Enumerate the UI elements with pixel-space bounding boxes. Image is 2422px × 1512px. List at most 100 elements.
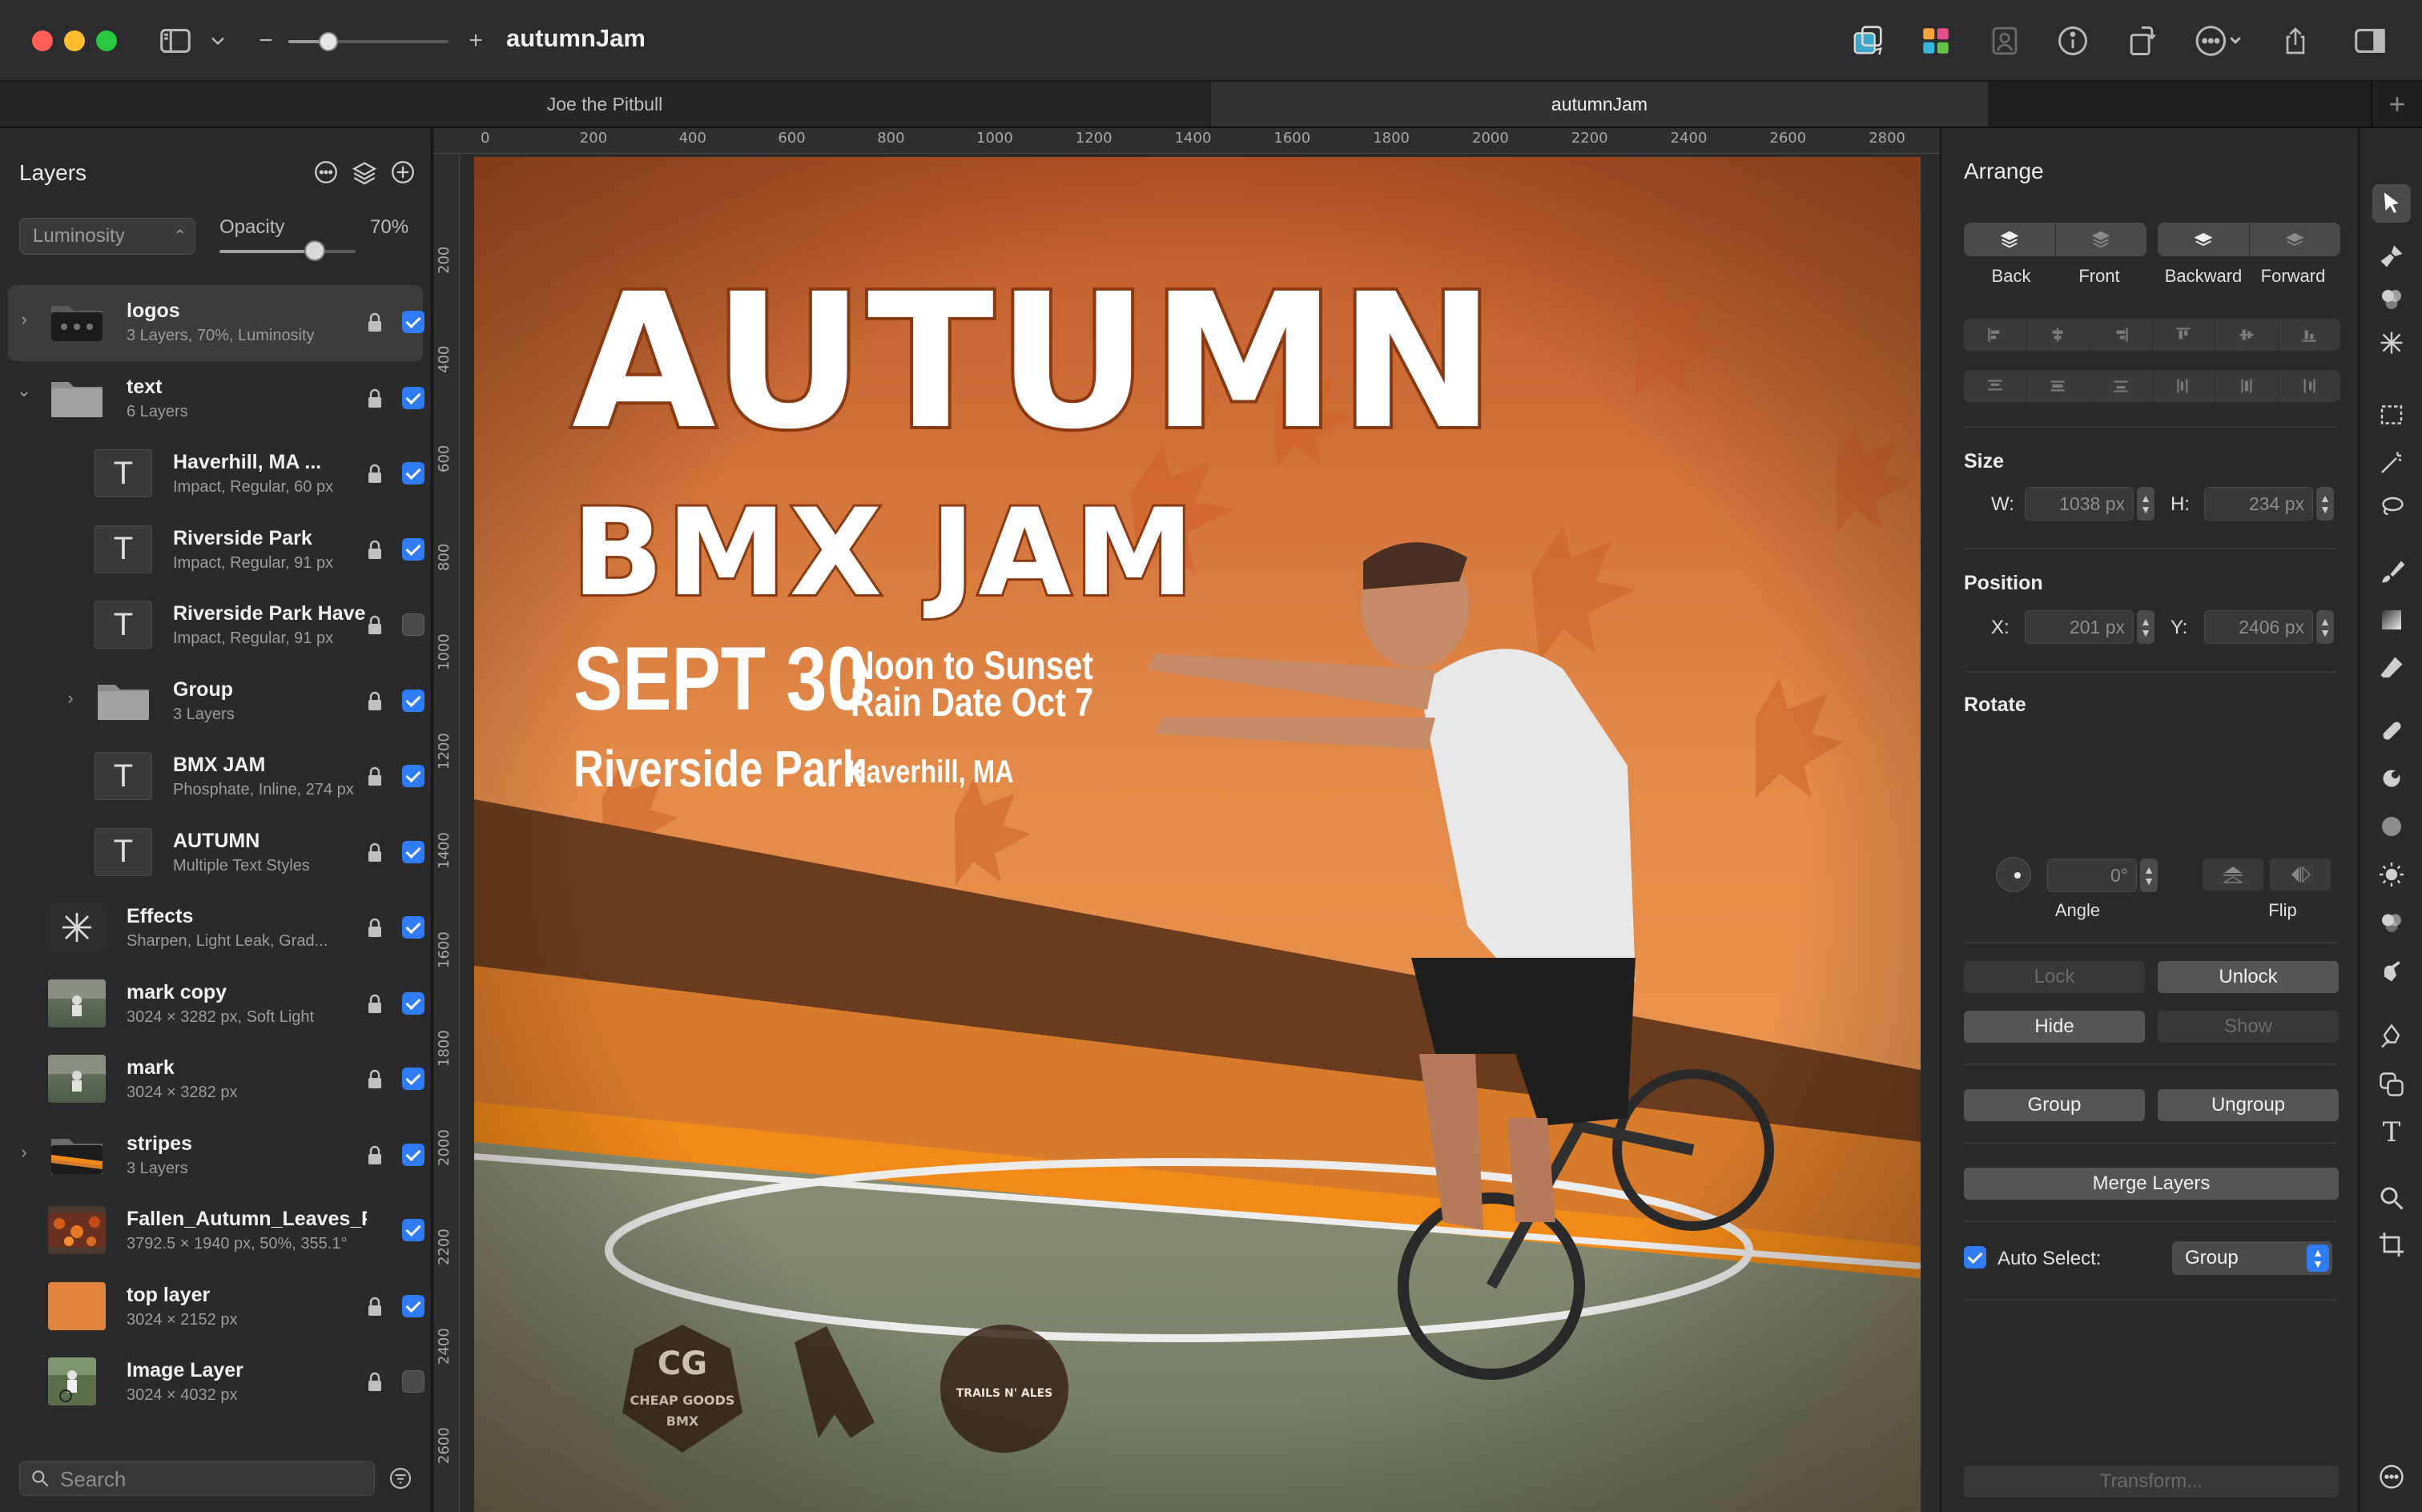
more-tools-icon[interactable]	[2372, 1458, 2411, 1496]
style-tool-icon[interactable]	[2372, 237, 2411, 275]
group-button[interactable]: Group	[1964, 1089, 2145, 1121]
sidebar-toggle-icon[interactable]	[157, 22, 194, 59]
layer-row[interactable]: T BMX JAM Phosphate, Inline, 274 px	[0, 739, 431, 815]
inspector-toggle-icon[interactable]	[2352, 22, 2388, 59]
width-field[interactable]: 1038 px	[2025, 487, 2134, 521]
show-button[interactable]: Show	[2158, 1011, 2339, 1043]
window-minimize-button[interactable]	[64, 30, 85, 51]
lock-icon[interactable]	[367, 918, 383, 939]
y-position-field[interactable]: 2406 px	[2204, 610, 2313, 644]
layer-row[interactable]: mark copy 3024 × 3282 px, Soft Light	[0, 967, 431, 1043]
layer-visibility-checkbox[interactable]	[402, 462, 424, 485]
lock-icon[interactable]	[367, 615, 383, 636]
layer-visibility-checkbox[interactable]	[402, 1068, 424, 1090]
zoom-slider[interactable]	[288, 40, 449, 43]
distribute-center-icon[interactable]	[2215, 370, 2279, 402]
layers-stack-icon[interactable]	[351, 159, 378, 186]
align-center-vertical-icon[interactable]	[2215, 319, 2279, 351]
tab-joe-the-pitbull[interactable]: Joe the Pitbull	[0, 82, 1209, 127]
distribute-middle-icon[interactable]	[2027, 370, 2090, 402]
zoom-tool-icon[interactable]	[2372, 1179, 2411, 1217]
opacity-slider[interactable]	[219, 250, 356, 253]
retouch-icon[interactable]	[2372, 711, 2411, 750]
layer-visibility-checkbox[interactable]	[402, 1294, 424, 1317]
layer-row[interactable]: Effects Sharpen, Light Leak, Grad...	[0, 891, 431, 967]
lock-icon[interactable]	[367, 1069, 383, 1090]
layer-visibility-checkbox[interactable]	[402, 765, 424, 787]
lock-icon[interactable]	[367, 1145, 383, 1166]
lighten-icon[interactable]	[2372, 855, 2411, 894]
send-backward-button[interactable]	[2158, 223, 2250, 256]
layer-row[interactable]: Fallen_Autumn_Leaves_P... 3792.5 × 1940 p…	[0, 1193, 431, 1269]
layer-row[interactable]: T Riverside Park Have... Impact, Regular, …	[0, 588, 431, 664]
hide-button[interactable]: Hide	[1964, 1011, 2145, 1043]
lock-button[interactable]: Lock	[1964, 961, 2145, 993]
color-blend-icon[interactable]	[2372, 903, 2411, 942]
zoom-slider-knob[interactable]	[319, 32, 338, 51]
rotate-canvas-icon[interactable]	[2124, 22, 2159, 59]
angle-stepper[interactable]: ▲ ▼	[2140, 859, 2158, 892]
chevron-right-icon[interactable]: ›	[61, 688, 80, 712]
lock-icon[interactable]	[367, 994, 383, 1015]
new-tab-button[interactable]: +	[2371, 82, 2422, 127]
y-stepper[interactable]: ▲ ▼	[2316, 610, 2334, 644]
rectangular-select-icon[interactable]	[2372, 396, 2411, 434]
layer-visibility-checkbox[interactable]	[402, 840, 424, 863]
layer-search[interactable]	[19, 1461, 375, 1496]
arrange-mode-icon[interactable]	[1850, 22, 1887, 59]
layer-visibility-checkbox[interactable]	[402, 311, 424, 333]
height-field[interactable]: 234 px	[2204, 487, 2313, 521]
layer-row[interactable]: T Riverside Park Impact, Regular, 91 px	[0, 513, 431, 589]
transform-button[interactable]: Transform...	[1964, 1466, 2339, 1498]
layer-visibility-checkbox[interactable]	[402, 537, 424, 561]
canvas-area[interactable]: 0 200 400 600 800 1000 1200 1400 1600 1800 2000 220…	[434, 128, 1940, 1512]
lock-icon[interactable]	[367, 691, 383, 712]
chevron-right-icon[interactable]: ›	[14, 1142, 34, 1166]
auto-select-dropdown[interactable]: Group ▲ ▼	[2172, 1241, 2332, 1275]
align-top-icon[interactable]	[2153, 319, 2215, 351]
ungroup-button[interactable]: Ungroup	[2158, 1089, 2339, 1121]
blend-mode-select[interactable]: Luminosity ⌃	[19, 218, 195, 255]
paint-brush-icon[interactable]	[2372, 553, 2411, 591]
chevron-down-icon[interactable]	[207, 22, 229, 59]
bring-forward-button[interactable]	[2250, 223, 2341, 256]
chevron-down-icon[interactable]: ⌄	[14, 380, 34, 404]
width-stepper[interactable]: ▲ ▼	[2137, 487, 2154, 521]
opacity-slider-knob[interactable]	[304, 240, 325, 261]
lock-icon[interactable]	[367, 1297, 383, 1317]
layer-row[interactable]: top layer 3024 × 2152 px	[0, 1269, 431, 1345]
angle-dial[interactable]	[1996, 857, 2031, 892]
zoom-in-icon[interactable]: +	[466, 22, 485, 59]
more-options-icon[interactable]	[2191, 22, 2243, 59]
text-tool-icon[interactable]: T	[2372, 1113, 2411, 1152]
layer-row[interactable]: ⌄ text 6 Layers	[0, 361, 431, 437]
align-left-icon[interactable]	[1964, 319, 2027, 351]
layer-visibility-checkbox[interactable]	[402, 1370, 424, 1393]
color-palette-icon[interactable]	[1919, 22, 1953, 59]
send-to-back-button[interactable]	[1964, 223, 2056, 256]
add-layer-icon[interactable]	[389, 159, 416, 186]
x-stepper[interactable]: ▲ ▼	[2137, 610, 2154, 644]
layer-visibility-checkbox[interactable]	[402, 689, 424, 712]
angle-field[interactable]: 0°	[2047, 859, 2137, 892]
image-mask-icon[interactable]	[1988, 22, 2022, 59]
merge-layers-button[interactable]: Merge Layers	[1964, 1168, 2339, 1200]
height-stepper[interactable]: ▲ ▼	[2316, 487, 2334, 521]
eraser-icon[interactable]	[2372, 649, 2411, 687]
magic-wand-icon[interactable]	[2372, 444, 2411, 482]
lock-icon[interactable]	[367, 1372, 383, 1393]
layer-row[interactable]: Image Layer 3024 × 4032 px	[0, 1345, 431, 1421]
window-close-button[interactable]	[32, 30, 53, 51]
x-position-field[interactable]: 201 px	[2025, 610, 2134, 644]
distribute-right-icon[interactable]	[2279, 370, 2341, 402]
distribute-top-icon[interactable]	[1964, 370, 2027, 402]
layer-row[interactable]: › stripes 3 Layers	[0, 1118, 431, 1194]
blur-icon[interactable]	[2372, 807, 2411, 846]
crop-tool-icon[interactable]	[2372, 1225, 2411, 1264]
distribute-left-icon[interactable]	[2153, 370, 2215, 402]
layer-row[interactable]: › Group 3 Layers	[0, 664, 431, 740]
info-icon[interactable]	[2055, 22, 2090, 59]
layer-visibility-checkbox[interactable]	[402, 991, 424, 1015]
layer-row[interactable]: T Haverhill, MA ... Impact, Regular, 60 px	[0, 436, 431, 513]
smudge-icon[interactable]	[2372, 951, 2411, 990]
